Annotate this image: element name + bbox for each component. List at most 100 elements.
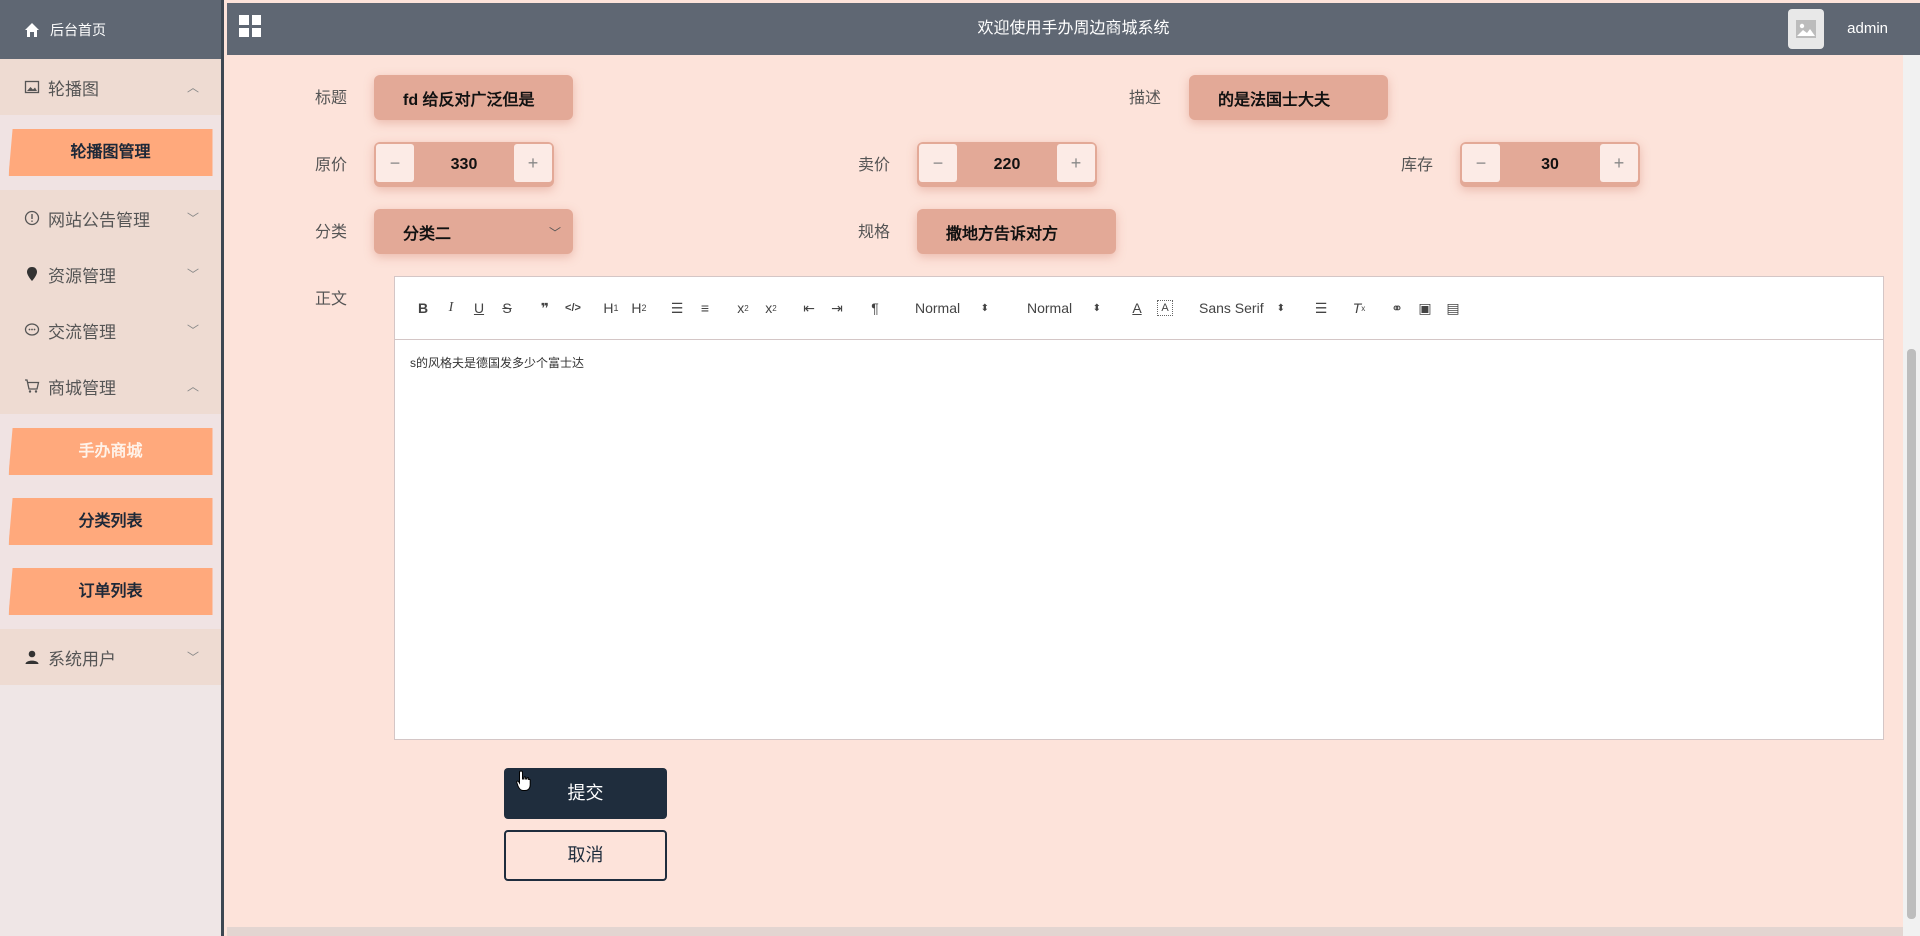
stock-value[interactable]: 30 xyxy=(1500,142,1600,187)
underline-icon[interactable]: U xyxy=(465,296,493,320)
sale-price-stepper[interactable]: − 220 + xyxy=(917,142,1097,187)
orig-price-label: 原价 xyxy=(315,157,348,174)
vertical-scrollbar[interactable] xyxy=(1903,55,1920,936)
cancel-button[interactable]: 取消 xyxy=(504,830,667,881)
chevron-down-icon: ﹀ xyxy=(186,650,199,665)
page-title: 欢迎使用手办周边商城系统 xyxy=(977,20,1170,37)
info-circle-icon xyxy=(24,210,40,226)
category-value: 分类二 xyxy=(403,225,452,243)
sidebar-item-figure-shop[interactable]: 手办商城 xyxy=(8,428,213,475)
cart-icon xyxy=(25,379,40,393)
editor-toolbar: B I U S ❞ </> H1 H2 ☰ ≡ x2 x2 ⇤ ⇥ ¶ Norm… xyxy=(395,277,1883,340)
image-icon xyxy=(24,80,40,94)
sidebar-home[interactable]: 后台首页 xyxy=(0,0,221,59)
header-1-icon[interactable]: H1 xyxy=(597,296,625,320)
sidebar-group-shop[interactable]: 商城管理 ︿ xyxy=(0,358,221,414)
ordered-list-icon[interactable]: ☰ xyxy=(663,296,691,320)
chevron-up-icon: ︿ xyxy=(186,80,199,95)
outdent-icon[interactable]: ⇤ xyxy=(795,296,823,320)
orig-price-stepper[interactable]: − 330 + xyxy=(374,142,554,187)
location-pin-icon xyxy=(27,267,37,281)
user-name[interactable]: admin xyxy=(1847,3,1888,55)
minus-icon[interactable]: − xyxy=(919,144,957,182)
blockquote-icon[interactable]: ❞ xyxy=(531,296,559,320)
select-arrows-icon: ⬍ xyxy=(1276,302,1285,314)
sidebar-item-category-list[interactable]: 分类列表 xyxy=(8,498,213,545)
category-select[interactable]: 分类二 ﹀ xyxy=(374,209,573,254)
sidebar-group-chat[interactable]: 交流管理 ﹀ xyxy=(0,302,221,358)
sidebar-submenu-shop: 手办商城 分类列表 订单列表 xyxy=(0,414,221,629)
avatar[interactable] xyxy=(1788,9,1824,49)
sidebar-item-order-list[interactable]: 订单列表 xyxy=(8,568,213,615)
spec-input[interactable]: 撒地方告诉对方 xyxy=(917,209,1116,254)
header-select-value: Normal xyxy=(915,300,961,316)
superscript-icon[interactable]: x2 xyxy=(757,296,785,320)
category-label: 分类 xyxy=(315,224,348,241)
sidebar-group-notice[interactable]: 网站公告管理 ﹀ xyxy=(0,190,221,246)
bold-icon[interactable]: B xyxy=(409,296,437,320)
chevron-down-icon: ﹀ xyxy=(186,267,199,282)
sidebar-group-resource[interactable]: 资源管理 ﹀ xyxy=(0,246,221,302)
strike-icon[interactable]: S xyxy=(493,296,521,320)
plus-icon[interactable]: + xyxy=(514,144,552,182)
spec-label: 规格 xyxy=(858,224,891,241)
align-icon[interactable]: ☰ xyxy=(1307,296,1335,320)
video-icon[interactable]: ▤ xyxy=(1439,296,1467,320)
title-input[interactable]: fd 给反对广泛但是 xyxy=(374,75,573,120)
sidebar-group-label: 轮播图 xyxy=(48,79,99,99)
image-icon[interactable]: ▣ xyxy=(1411,296,1439,320)
italic-icon[interactable]: I xyxy=(437,296,465,320)
sidebar-group-label: 网站公告管理 xyxy=(48,210,150,230)
chevron-up-icon: ︿ xyxy=(186,379,199,394)
editor-content[interactable]: s的风格夫是德国发多少个富士达 xyxy=(395,340,1883,385)
stock-label: 库存 xyxy=(1401,157,1434,174)
font-color-icon[interactable]: A xyxy=(1123,296,1151,320)
bullet-list-icon[interactable]: ≡ xyxy=(691,296,719,320)
user-icon xyxy=(25,650,39,664)
header-2-icon[interactable]: H2 xyxy=(625,296,653,320)
header-select[interactable]: Normal ⬍ xyxy=(903,300,1001,316)
image-placeholder-icon xyxy=(1796,20,1816,38)
sidebar-item-carousel-manage[interactable]: 轮播图管理 xyxy=(8,129,213,176)
select-arrows-icon: ⬍ xyxy=(1092,302,1101,314)
scroll-thumb[interactable] xyxy=(1907,349,1916,919)
title-label: 标题 xyxy=(315,90,348,107)
rich-text-editor: B I U S ❞ </> H1 H2 ☰ ≡ x2 x2 ⇤ ⇥ ¶ Norm… xyxy=(394,276,1884,740)
plus-icon[interactable]: + xyxy=(1057,144,1095,182)
chat-bubble-icon xyxy=(24,323,40,336)
orig-price-value[interactable]: 330 xyxy=(414,142,514,187)
desc-label: 描述 xyxy=(1129,90,1162,107)
sidebar-group-carousel[interactable]: 轮播图 ︿ xyxy=(0,59,221,115)
sidebar-group-label: 资源管理 xyxy=(48,266,116,286)
sale-price-value[interactable]: 220 xyxy=(957,142,1057,187)
chevron-down-icon: ﹀ xyxy=(186,211,199,226)
minus-icon[interactable]: − xyxy=(376,144,414,182)
plus-icon[interactable]: + xyxy=(1600,144,1638,182)
link-icon[interactable]: ⚭ xyxy=(1383,296,1411,320)
subscript-icon[interactable]: x2 xyxy=(729,296,757,320)
bottom-bar xyxy=(227,927,1907,936)
text-direction-icon[interactable]: ¶ xyxy=(861,296,889,320)
indent-icon[interactable]: ⇥ xyxy=(823,296,851,320)
clear-format-icon[interactable]: Tx xyxy=(1345,296,1373,320)
sidebar-group-label: 商城管理 xyxy=(48,378,116,398)
stock-stepper[interactable]: − 30 + xyxy=(1460,142,1640,187)
desc-input[interactable]: 的是法国士大夫 xyxy=(1189,75,1388,120)
body-label: 正文 xyxy=(315,291,348,308)
sidebar-group-label: 交流管理 xyxy=(48,322,116,342)
chevron-down-icon: ﹀ xyxy=(548,226,561,240)
home-icon xyxy=(25,22,39,37)
sale-price-label: 卖价 xyxy=(858,157,891,174)
size-select[interactable]: Normal ⬍ xyxy=(1015,300,1113,316)
font-select[interactable]: Sans Serif ⬍ xyxy=(1187,300,1297,316)
size-select-value: Normal xyxy=(1027,300,1073,316)
sidebar-group-users[interactable]: 系统用户 ﹀ xyxy=(0,629,221,685)
sidebar-submenu-carousel: 轮播图管理 xyxy=(0,115,221,190)
sidebar-home-label: 后台首页 xyxy=(50,21,106,38)
code-block-icon[interactable]: </> xyxy=(559,296,587,320)
chevron-down-icon: ﹀ xyxy=(186,323,199,338)
minus-icon[interactable]: − xyxy=(1462,144,1500,182)
font-select-value: Sans Serif xyxy=(1199,300,1264,316)
background-color-icon[interactable]: A xyxy=(1157,300,1173,316)
sidebar: 后台首页 轮播图 ︿ 轮播图管理 网站公告管理 ﹀ 资源管理 ﹀ 交流管理 ﹀ … xyxy=(0,0,224,936)
